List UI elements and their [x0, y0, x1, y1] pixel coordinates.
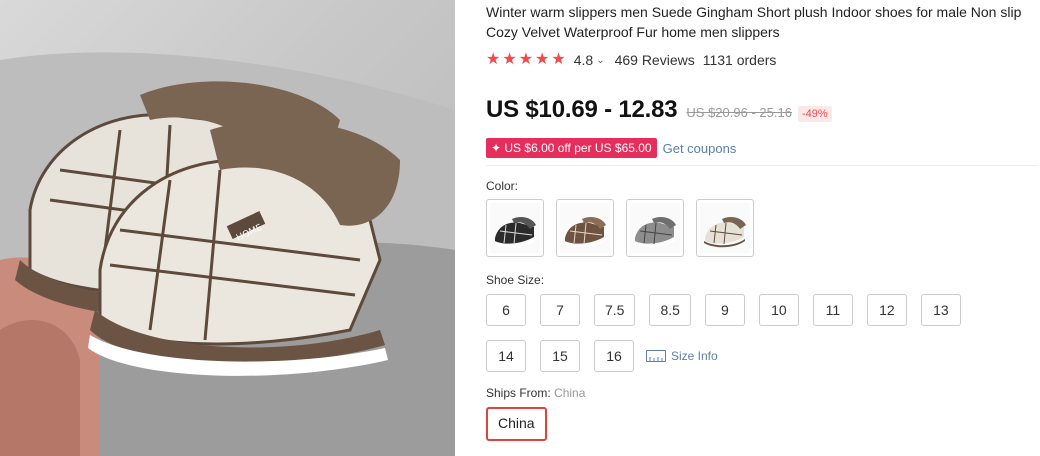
- orders-count: 1131 orders: [702, 52, 777, 68]
- ruler-icon: [646, 350, 666, 362]
- color-option-beige[interactable]: [696, 199, 754, 257]
- product-info: Winter warm slippers men Suede Gingham S…: [486, 0, 1038, 456]
- product-title: Winter warm slippers men Suede Gingham S…: [486, 4, 1022, 40]
- star-icon: ★: [518, 51, 534, 68]
- size-option[interactable]: 7: [540, 294, 580, 326]
- star-icon: ★: [486, 51, 501, 68]
- slipper-thumbnail-icon: [560, 203, 610, 253]
- star-icon: ★: [535, 51, 550, 68]
- ships-from-label: Ships From:: [486, 386, 551, 400]
- size-option[interactable]: 9: [704, 294, 745, 326]
- size-option[interactable]: 15: [540, 340, 580, 372]
- size-option[interactable]: 16: [594, 340, 634, 372]
- star-icon: ★: [502, 51, 517, 68]
- discount-badge: -49%: [797, 106, 832, 122]
- original-price: US $20.96 - 25.16: [686, 105, 792, 120]
- color-option-coffee[interactable]: [556, 199, 614, 257]
- slipper-thumbnail-icon: [700, 203, 750, 253]
- rating-row: ★ ★ ★ ★ ★ 4.8 ⌄ 469 Reviews 1131 orders: [486, 49, 1038, 71]
- size-option[interactable]: 13: [920, 294, 961, 326]
- current-price: US $10.69 - 12.83: [486, 96, 678, 123]
- slipper-illustration: HOME: [0, 52, 455, 456]
- color-label: Color:: [486, 179, 519, 193]
- rating-stars[interactable]: ★ ★ ★ ★ ★: [486, 52, 566, 68]
- size-option[interactable]: 11: [812, 294, 853, 326]
- product-image[interactable]: HOME: [0, 0, 455, 456]
- coupon-badge[interactable]: ✦ US $6.00 off per US $65.00: [486, 138, 657, 158]
- color-option-black[interactable]: [486, 199, 544, 257]
- get-coupons-link[interactable]: Get coupons: [663, 141, 737, 156]
- size-option[interactable]: 12: [866, 294, 907, 326]
- divider: [486, 165, 1038, 166]
- size-option[interactable]: 14: [486, 340, 526, 372]
- price-row: US $10.69 - 12.83 US $20.96 - 25.16 -49%: [486, 96, 1038, 124]
- reviews-link[interactable]: 469 Reviews: [615, 52, 695, 68]
- size-option[interactable]: 6: [486, 294, 526, 326]
- ship-option-china[interactable]: China: [486, 407, 547, 441]
- color-options: [486, 199, 1038, 257]
- star-icon: ★: [551, 51, 566, 68]
- chevron-down-icon[interactable]: ⌄: [596, 55, 604, 66]
- slipper-thumbnail-icon: [630, 203, 680, 253]
- slipper-thumbnail-icon: [490, 203, 540, 253]
- color-option-gray[interactable]: [626, 199, 684, 257]
- ships-from-row: Ships From: China: [486, 386, 1038, 400]
- size-label: Shoe Size:: [486, 273, 545, 287]
- size-option[interactable]: 8.5: [649, 294, 691, 326]
- size-info-link[interactable]: Size Info: [646, 340, 718, 372]
- coupon-row: ✦ US $6.00 off per US $65.00 Get coupons: [486, 137, 1038, 159]
- ships-from-value: China: [554, 386, 586, 400]
- size-option[interactable]: 10: [758, 294, 799, 326]
- size-options: 6 7 7.5 8.5 9 10 11 12 13 14 15 16 Size …: [486, 294, 1006, 372]
- size-option[interactable]: 7.5: [594, 294, 636, 326]
- rating-value[interactable]: 4.8: [574, 52, 593, 68]
- size-info-label: Size Info: [671, 349, 718, 363]
